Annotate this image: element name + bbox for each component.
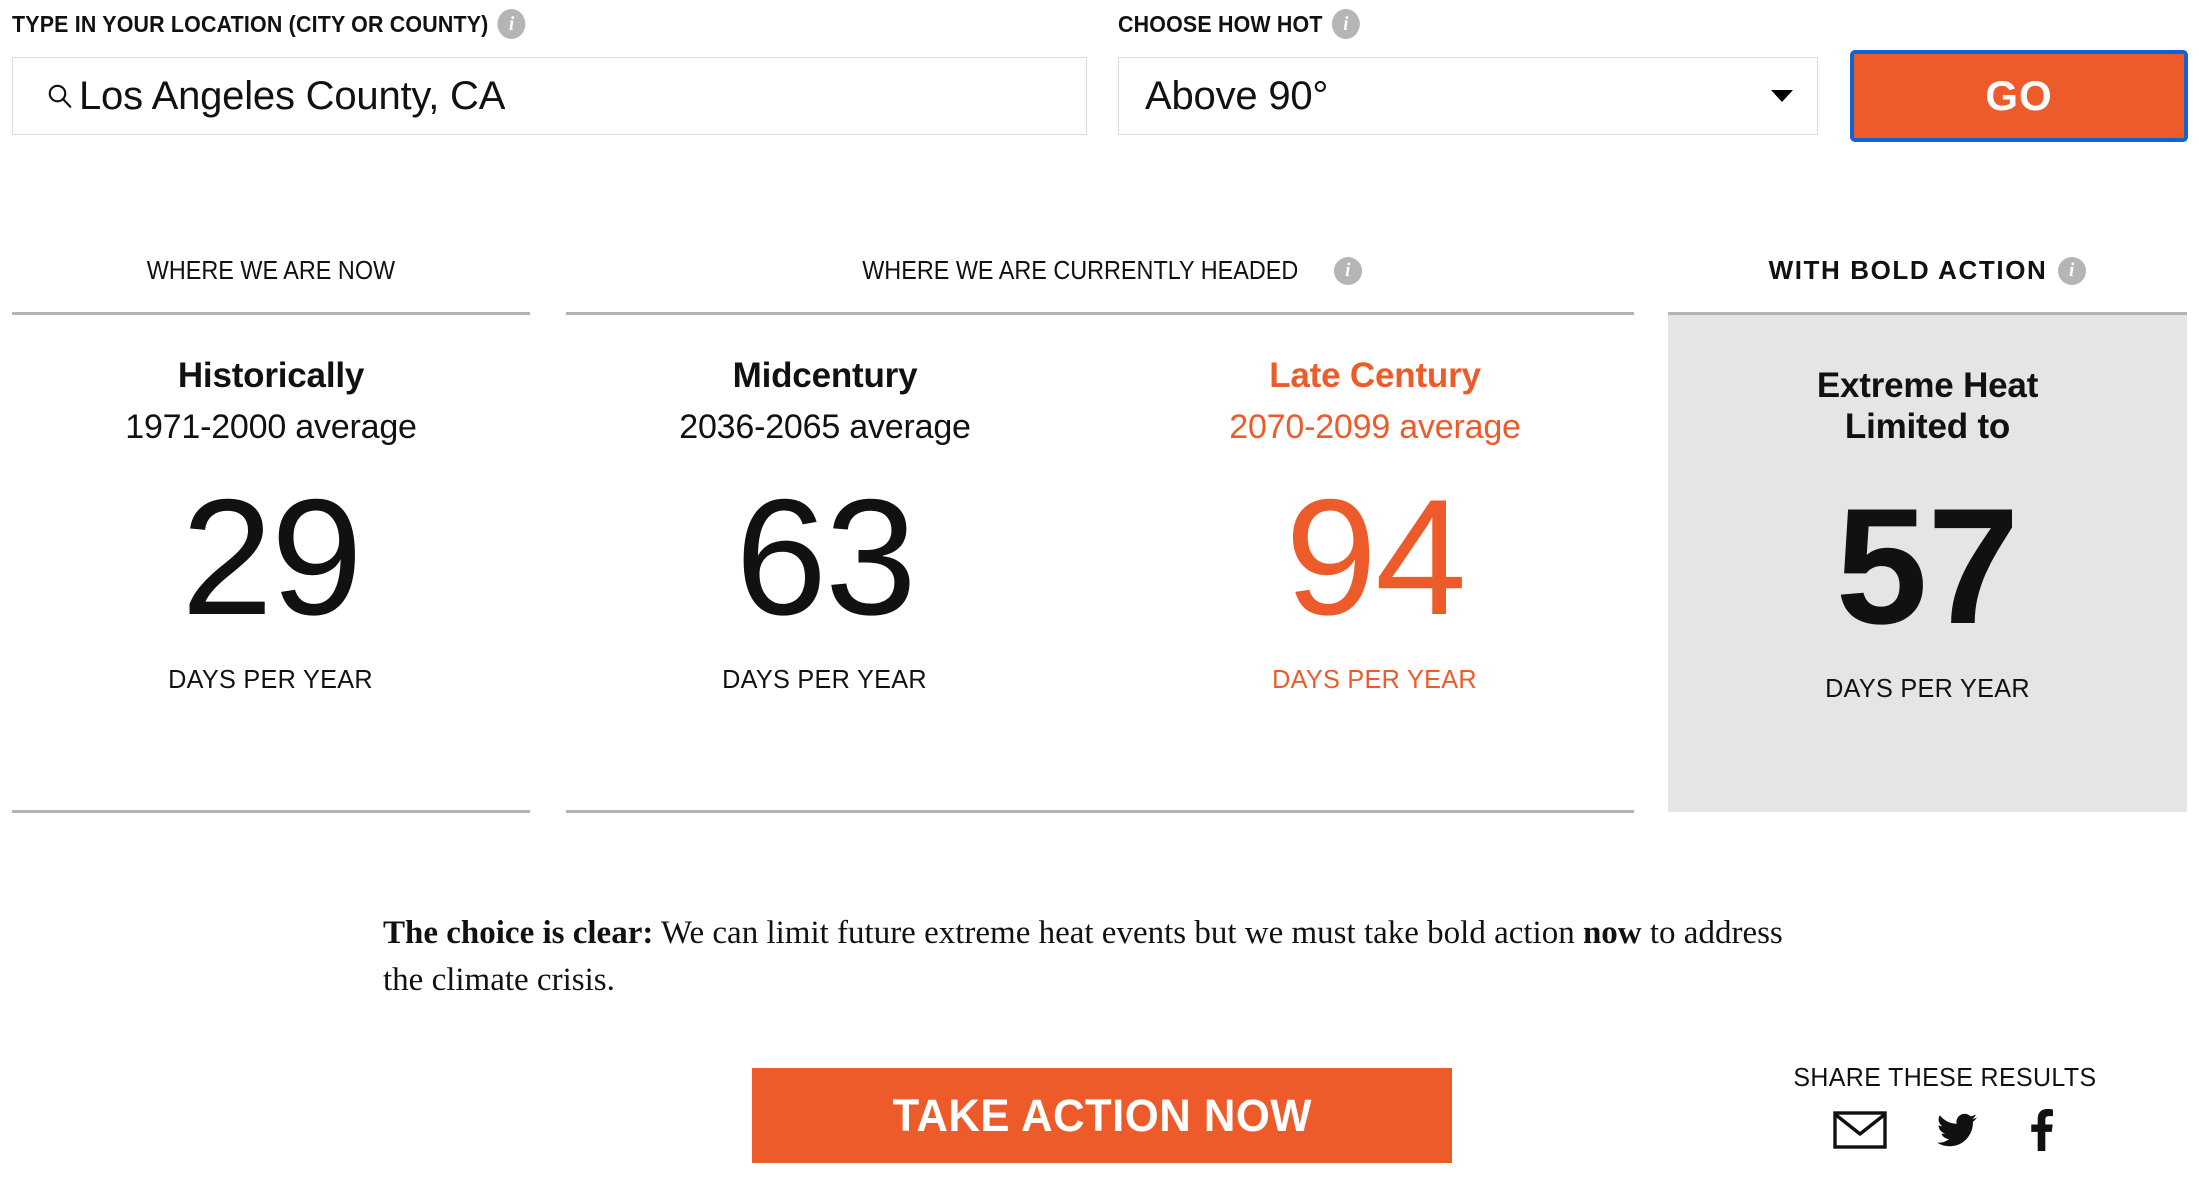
stat-value: 57 <box>1835 473 2020 658</box>
info-icon[interactable]: i <box>1333 256 1362 285</box>
location-field-label: TYPE IN YOUR LOCATION (CITY OR COUNTY) i <box>12 9 526 39</box>
divider <box>566 810 1634 813</box>
choice-paragraph: The choice is clear: We can limit future… <box>383 910 1803 1004</box>
extreme-heat-results-page: TYPE IN YOUR LOCATION (CITY OR COUNTY) i… <box>0 0 2199 1184</box>
twitter-icon[interactable] <box>1933 1110 1981 1150</box>
stat-subtitle: 1971-2000 average <box>125 408 417 447</box>
column-header-where-we-are-now: WHERE WE ARE NOW <box>12 255 530 286</box>
stat-late-century: Late Century 2070-2099 average 94 DAYS P… <box>1116 355 1634 695</box>
stat-value: 94 <box>1285 465 1467 650</box>
search-controls: TYPE IN YOUR LOCATION (CITY OR COUNTY) i… <box>0 0 2199 170</box>
share-results-label: SHARE THESE RESULTS <box>1735 1062 2155 1093</box>
search-input-value: Los Angeles County, CA <box>79 73 506 118</box>
choice-body-1: We can limit future extreme heat events … <box>653 915 1583 951</box>
go-button[interactable]: GO <box>1850 50 2188 142</box>
choice-emphasis: now <box>1582 915 1642 951</box>
stat-historically: Historically 1971-2000 average 29 DAYS P… <box>12 355 530 695</box>
column-header-label: WHERE WE ARE CURRENTLY HEADED <box>862 255 1299 285</box>
threshold-select-value: Above 90° <box>1145 73 1329 118</box>
threshold-label-text: CHOOSE HOW HOT <box>1118 10 1323 37</box>
stat-unit-text: DAYS PER YEAR <box>722 664 928 695</box>
stat-midcentury: Midcentury 2036-2065 average 63 DAYS PER… <box>566 355 1084 695</box>
column-header-with-bold-action: WITH BOLD ACTION i <box>1668 255 2187 286</box>
stat-title-line2: Limited to <box>1844 407 2011 447</box>
stat-title-line1: Extreme Heat <box>1816 366 2039 405</box>
stat-unit: DAYS PER YEAR <box>12 664 530 695</box>
email-icon[interactable] <box>1833 1110 1887 1150</box>
take-action-button-label: TAKE ACTION NOW <box>892 1089 1312 1141</box>
column-header-label: WITH BOLD ACTION <box>1768 255 2048 285</box>
share-icon-list <box>1735 1109 2155 1151</box>
info-icon[interactable]: i <box>2058 256 2087 285</box>
share-results: SHARE THESE RESULTS <box>1735 1062 2155 1151</box>
threshold-field-label: CHOOSE HOW HOT i <box>1118 9 1360 39</box>
divider <box>12 312 530 315</box>
divider <box>12 810 530 813</box>
info-icon[interactable]: i <box>497 9 526 39</box>
stat-value: 29 <box>181 465 363 650</box>
choice-lead: The choice is clear: <box>383 915 654 951</box>
go-button-label: GO <box>1985 72 2053 119</box>
stat-unit-text: DAYS PER YEAR <box>1825 672 2030 703</box>
stat-unit: DAYS PER YEAR <box>1116 664 1634 695</box>
chevron-down-icon <box>1771 90 1793 102</box>
stat-title: Late Century <box>1269 356 1481 395</box>
stat-unit-text: DAYS PER YEAR <box>1272 664 1478 695</box>
stat-subtitle: 2036-2065 average <box>679 408 971 447</box>
column-header-currently-headed: WHERE WE ARE CURRENTLY HEADED i <box>566 255 1634 286</box>
column-header-label: WHERE WE ARE NOW <box>146 255 396 285</box>
search-input[interactable]: Los Angeles County, CA <box>12 57 1087 135</box>
take-action-button[interactable]: TAKE ACTION NOW <box>752 1068 1452 1163</box>
stat-unit: DAYS PER YEAR <box>566 664 1084 695</box>
stat-unit-text: DAYS PER YEAR <box>168 664 374 695</box>
location-label-text: TYPE IN YOUR LOCATION (CITY OR COUNTY) <box>12 10 489 37</box>
threshold-select[interactable]: Above 90° <box>1118 57 1818 135</box>
search-icon <box>48 84 72 108</box>
stat-unit: DAYS PER YEAR <box>1668 673 2187 704</box>
stat-title: Historically <box>177 356 365 395</box>
stat-value: 63 <box>735 465 917 650</box>
stat-extreme-heat-limited: Extreme Heat Limited to 57 DAYS PER YEAR <box>1668 365 2187 704</box>
divider <box>566 312 1634 315</box>
stat-title: Midcentury <box>732 356 918 395</box>
facebook-icon[interactable] <box>2027 1109 2057 1151</box>
share-results-label-text: SHARE THESE RESULTS <box>1793 1062 2097 1092</box>
stat-subtitle: 2070-2099 average <box>1229 408 1521 447</box>
info-icon[interactable]: i <box>1331 9 1360 39</box>
